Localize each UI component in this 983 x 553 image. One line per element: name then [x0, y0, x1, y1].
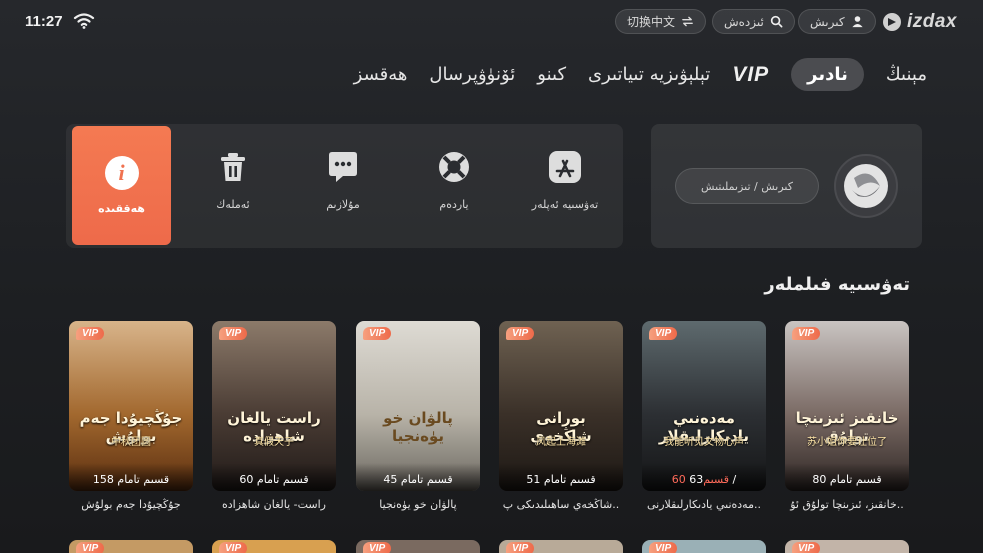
tab-tv-series[interactable]: تېلېۋىزيە تىياتىرى: [588, 64, 710, 85]
poster-title: پالۋان خو يۈەنجيا: [383, 409, 453, 445]
poster-subtitle: 我能听见文物心声: [664, 437, 744, 448]
vip-badge: VIP: [649, 542, 678, 553]
search-icon: [770, 15, 783, 28]
vip-badge: VIP: [649, 327, 678, 340]
vip-badge: VIP: [792, 327, 821, 340]
recommended-apps-button[interactable]: تەۋسىيە ئەپلەر: [525, 150, 605, 211]
episode-count: 45 قسىم تامام: [356, 463, 480, 491]
about-label: ھەققىدە: [98, 202, 145, 215]
avatar[interactable]: [834, 154, 898, 218]
movie-card-peek[interactable]: VIP: [499, 540, 623, 553]
movie-title: مەدەنىي يادىكارلىقلارنى..: [647, 498, 761, 511]
movie-card-row-2: VIP VIP VIP VIP VIP VIP: [69, 540, 909, 553]
movie-card-peek[interactable]: VIP: [356, 540, 480, 553]
poster-subtitle: 风起上海滩: [536, 437, 586, 448]
login-panel: كىرىش / تىزىملىتىش: [651, 124, 922, 248]
movie-poster: VIP جۇڭچيۇدا جەم بولۇش 中秋团圆 158 قسىم تام…: [69, 321, 193, 491]
movie-poster: VIP خانقىز ئىزىنچا تولۇق 苏小姐你要让位了 80 قسى…: [785, 321, 909, 491]
info-icon: i: [104, 156, 139, 190]
vip-badge: VIP: [76, 327, 105, 340]
login-header-label: كىرىش: [810, 14, 845, 29]
poster-subtitle: 苏小姐你要让位了: [807, 437, 887, 448]
search-label: ئىزدەش: [724, 14, 764, 29]
movie-card[interactable]: VIP جۇڭچيۇدا جەم بولۇش 中秋团圆 158 قسىم تام…: [69, 321, 193, 511]
movie-card-peek[interactable]: VIP: [69, 540, 193, 553]
lifebuoy-icon: [439, 152, 469, 182]
movie-card[interactable]: VIP خانقىز ئىزىنچا تولۇق 苏小姐你要让位了 80 قسى…: [785, 321, 909, 511]
movie-poster: VIP راست يالغان شاھزادە 真假天子 60 قسىم تام…: [212, 321, 336, 491]
delete-label: ئەملەك: [216, 198, 250, 211]
episode-count: 51 قسىم تامام: [499, 463, 623, 491]
recommended-apps-label: تەۋسىيە ئەپلەر: [531, 198, 599, 211]
logo-mark-icon: [882, 13, 901, 31]
movie-card-peek[interactable]: VIP: [642, 540, 766, 553]
poster-subtitle: 中秋团圆: [111, 437, 151, 448]
vip-badge: VIP: [792, 542, 821, 553]
movie-card[interactable]: VIP بورانى شاڭخەي 风起上海滩 51 قسىم تامام شا…: [499, 321, 623, 511]
user-icon: [851, 16, 863, 28]
vip-badge: VIP: [363, 327, 392, 340]
vip-badge: VIP: [506, 542, 535, 553]
delete-button[interactable]: ئەملەك: [193, 150, 273, 211]
main-nav: مېنىڭ نادىر VIP تېلېۋىزيە تىياتىرى كىنو …: [354, 58, 927, 91]
trash-icon: [221, 153, 245, 181]
login-register-button[interactable]: كىرىش / تىزىملىتىش: [675, 168, 819, 204]
vip-badge: VIP: [76, 542, 105, 553]
customer-service-label: مۇلازىم: [326, 198, 360, 211]
about-button[interactable]: i ھەققىدە: [72, 126, 171, 245]
movie-card[interactable]: VIP مەدەنىي يادىكارلىقلار 我能听见文物心声 60 قس…: [642, 321, 766, 511]
vip-badge: VIP: [363, 542, 392, 553]
tab-vip[interactable]: VIP: [732, 63, 769, 87]
poster-subtitle: 真假天子: [254, 437, 294, 448]
status-time: 11:27: [25, 13, 63, 30]
movie-title: جۇڭچيۇدا جەم بولۇش: [81, 498, 181, 511]
help-button[interactable]: ياردەم: [414, 150, 494, 211]
tab-free[interactable]: ھەقسز: [354, 64, 408, 85]
movie-card-peek[interactable]: VIP: [785, 540, 909, 553]
search-button[interactable]: ئىزدەش: [712, 9, 795, 34]
tab-featured[interactable]: نادىر: [791, 58, 864, 91]
movie-card[interactable]: VIP پالۋان خو يۈەنجيا 45 قسىم تامام پالۋ…: [356, 321, 480, 511]
vip-badge: VIP: [506, 327, 535, 340]
tab-variety[interactable]: ئۆنۈۋپرسال: [429, 64, 515, 85]
login-header-button[interactable]: كىرىش: [798, 9, 876, 34]
episode-count: 80 قسىم تامام: [785, 463, 909, 491]
app-store-icon: [549, 151, 581, 183]
customer-service-button[interactable]: مۇلازىم: [303, 150, 383, 211]
default-avatar-icon: [844, 164, 888, 208]
movie-card[interactable]: VIP راست يالغان شاھزادە 真假天子 60 قسىم تام…: [212, 321, 336, 511]
movie-title: راست- يالغان شاھزادە: [221, 498, 326, 511]
episode-count: 158 قسىم تامام: [69, 463, 193, 491]
tab-mine[interactable]: مېنىڭ: [886, 64, 927, 85]
quick-actions-panel: i ھەققىدە ئەملەك مۇلازىم ياردەم تەۋسىيە …: [66, 124, 623, 248]
language-switch-label: 切换中文: [627, 15, 676, 29]
movie-poster: VIP بورانى شاڭخەي 风起上海滩 51 قسىم تامام: [499, 321, 623, 491]
logo-text: izdax: [906, 11, 957, 32]
vip-badge: VIP: [219, 542, 248, 553]
movie-card-peek[interactable]: VIP: [212, 540, 336, 553]
movie-title: پالۋان خو يۈەنجيا: [379, 498, 457, 511]
movie-title: شاڭخەي ساھىلىدىكى پ..: [502, 498, 620, 511]
movie-title: خانقىز، ئىزىنچا تولۇق ئۇ..: [790, 498, 904, 511]
section-title: تەۋسىيە فىلملەر: [764, 274, 910, 295]
tab-movies[interactable]: كىنو: [537, 64, 566, 85]
wifi-icon: [73, 13, 95, 29]
message-icon: [329, 152, 357, 182]
episode-count: 60 قسىم تامام: [212, 463, 336, 491]
episode-count: 60 قسىم63 /: [642, 463, 766, 491]
help-label: ياردەم: [439, 198, 469, 211]
app-logo: izdax: [882, 11, 957, 33]
switch-arrows-icon: [682, 16, 693, 27]
language-switch-button[interactable]: 切换中文: [615, 9, 707, 34]
vip-badge: VIP: [219, 327, 248, 340]
movie-poster: VIP پالۋان خو يۈەنجيا 45 قسىم تامام: [356, 321, 480, 491]
movie-poster: VIP مەدەنىي يادىكارلىقلار 我能听见文物心声 60 قس…: [642, 321, 766, 491]
